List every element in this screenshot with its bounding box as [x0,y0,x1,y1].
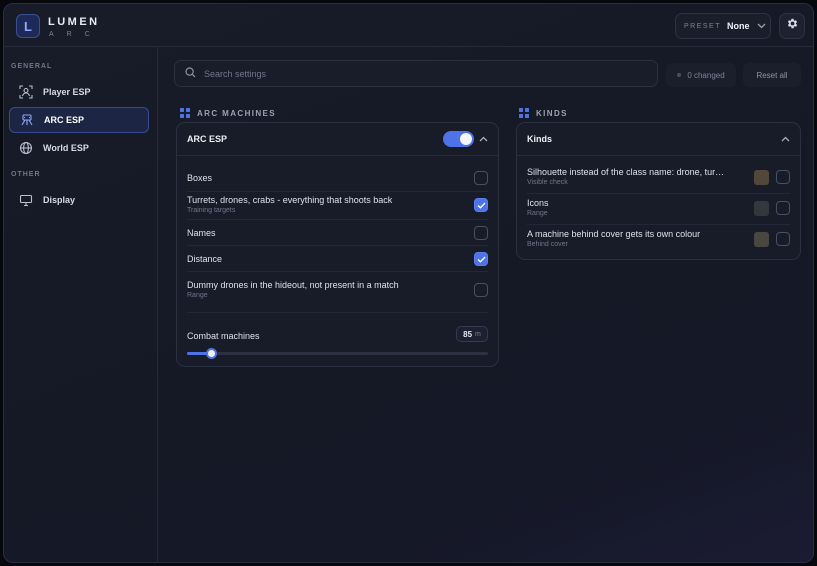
chevron-down-icon [757,21,766,31]
sidebar-section-other: OTHER [11,171,41,178]
kinds-card: Kinds Silhouette instead of the class na… [516,122,801,260]
slider-thumb[interactable] [206,348,217,359]
section-title: KINDS [536,108,568,118]
section-header-kinds: KINDS [519,108,568,118]
section-header-arc-machines: ARC MACHINES [180,108,276,118]
card-title: ARC ESP [187,134,228,144]
toggle-knob [460,133,472,145]
option-label: Icons [527,198,549,208]
combat-machines-slider[interactable] [187,348,488,359]
changed-count-badge: 0 changed [666,63,736,87]
option-label: Names [187,228,216,238]
sidebar: GENERAL Player ESP ARC ESP World ESP OTH… [4,47,158,562]
option-row-distance[interactable]: Distance [187,246,488,272]
app-logo: L [16,14,40,38]
section-title: ARC MACHINES [197,108,277,118]
title-bar: L LUMEN ARC PRESET None [4,4,813,47]
distance-checkbox[interactable] [474,252,488,266]
sidebar-item-display[interactable]: Display [9,187,149,213]
slider-value: 85 [463,329,473,339]
behind-cover-checkbox[interactable] [776,232,790,246]
kind-row-silhouette[interactable]: Silhouette instead of the class name: dr… [527,163,790,194]
status-dot [677,73,682,77]
gear-icon [786,17,799,35]
grid-icon [519,108,529,118]
sidebar-item-player-esp[interactable]: Player ESP [9,79,149,105]
arc-esp-toggle[interactable] [443,131,474,147]
option-label: Distance [187,254,223,264]
preset-select[interactable]: PRESET None [675,13,771,39]
option-sublabel: Behind cover [527,241,568,248]
arc-machine-icon [20,113,34,127]
option-sublabel: Training targets [187,207,236,214]
reset-all-button[interactable]: Reset all [743,63,801,87]
chevron-up-icon[interactable] [781,134,790,144]
names-checkbox[interactable] [474,226,488,240]
divider [187,312,488,313]
search-box[interactable] [174,60,658,87]
option-label: Turrets, drones, crabs - everything that… [187,195,393,205]
logo-letter: L [24,18,32,34]
preset-label: PRESET [684,22,722,30]
sidebar-item-arc-esp[interactable]: ARC ESP [9,107,149,133]
sidebar-item-label: ARC ESP [44,115,85,125]
slider-value-box[interactable]: 85 m [456,326,488,342]
color-swatch[interactable] [754,232,769,247]
color-swatch[interactable] [754,201,769,216]
check-icon [477,256,486,263]
option-row-boxes[interactable]: Boxes [187,164,488,192]
option-sublabel: Visible check [527,179,568,186]
silhouette-checkbox[interactable] [776,170,790,184]
option-label: A machine behind cover gets its own colo… [527,229,701,239]
boxes-checkbox[interactable] [474,171,488,185]
option-row-names[interactable]: Names [187,220,488,246]
dummy-drones-checkbox[interactable] [474,283,488,297]
arc-esp-card: ARC ESP Boxes Turrets, drones, crabs - e… [176,122,499,367]
sidebar-section-general: GENERAL [11,63,53,70]
app-window: L LUMEN ARC PRESET None GENERAL Player E… [3,3,814,563]
brand-subtitle: ARC [49,31,103,38]
option-label: Silhouette instead of the class name: dr… [527,167,725,177]
option-sublabel: Range [187,292,208,299]
kind-row-icons[interactable]: Icons Range [527,194,790,225]
grid-icon [180,108,190,118]
option-list: Boxes Turrets, drones, crabs - everythin… [177,157,498,312]
player-scan-icon [19,85,33,99]
kind-row-behind-cover[interactable]: A machine behind cover gets its own colo… [527,225,790,256]
monitor-icon [19,193,33,207]
globe-icon [19,141,33,155]
slider-unit: m [475,330,481,338]
preset-value: None [727,21,750,31]
sidebar-item-world-esp[interactable]: World ESP [9,135,149,161]
slider-label: Combat machines [187,331,260,341]
card-title: Kinds [527,134,553,144]
changed-count-label: 0 changed [687,70,725,80]
settings-button[interactable] [779,13,805,39]
brand-name: LUMEN [48,16,100,28]
sidebar-item-label: Display [43,195,76,205]
sidebar-item-label: World ESP [43,143,89,153]
card-header[interactable]: ARC ESP [177,123,498,156]
option-label: Dummy drones in the hideout, not present… [187,280,399,290]
turrets-checkbox[interactable] [474,198,488,212]
icons-checkbox[interactable] [776,201,790,215]
check-icon [477,202,486,209]
chevron-up-icon[interactable] [479,134,488,144]
search-input[interactable] [204,68,634,79]
option-row-dummy-drones[interactable]: Dummy drones in the hideout, not present… [187,272,488,307]
color-swatch[interactable] [754,170,769,185]
sidebar-item-label: Player ESP [43,87,91,97]
card-header[interactable]: Kinds [517,123,800,156]
option-label: Boxes [187,173,213,183]
option-sublabel: Range [527,210,548,217]
search-icon [185,65,196,83]
option-row-turrets[interactable]: Turrets, drones, crabs - everything that… [187,192,488,220]
